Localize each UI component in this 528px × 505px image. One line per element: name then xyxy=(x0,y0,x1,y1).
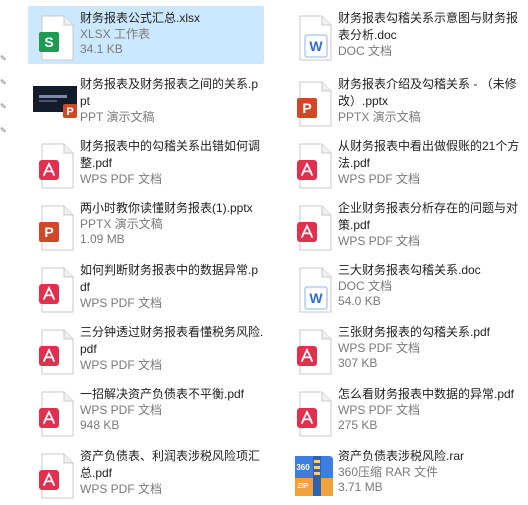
file-type: WPS PDF 文档 xyxy=(80,296,163,310)
pdf-icon xyxy=(291,204,337,252)
file-item[interactable]: 财务报表中的勾稽关系出错如何调整.pdf WPS PDF 文档 xyxy=(28,134,264,192)
file-item[interactable]: 三张财务报表的勾稽关系.pdf WPS PDF 文档 307 KB xyxy=(286,320,522,378)
svg-text:P: P xyxy=(44,224,53,240)
file-name: 三大财务报表勾稽关系.doc xyxy=(338,263,481,277)
file-type: WPS PDF 文档 xyxy=(338,172,421,186)
file-details: 从财务报表中看出做假账的21个方法.pdf WPS PDF 文档 xyxy=(338,138,522,187)
file-item[interactable]: P 两小时教你读懂财务报表(1).pptx PPTX 演示文稿 1.09 MB xyxy=(28,196,264,254)
file-name: 三分钟透过财务报表看懂税务风险.pdf xyxy=(80,325,264,356)
file-item[interactable]: 360 ZIP 资产负债表涉税风险.rar 360压缩 RAR 文件 3.71 MB xyxy=(286,444,522,502)
pdf-icon xyxy=(291,390,337,438)
ppt-thumbnail: P xyxy=(33,80,79,128)
doc-icon: W xyxy=(291,14,337,62)
file-name: 如何判断财务报表中的数据异常.pdf xyxy=(80,263,259,294)
file-size: 275 KB xyxy=(338,418,378,432)
file-details: 财务报表中的勾稽关系出错如何调整.pdf WPS PDF 文档 xyxy=(80,138,264,187)
file-details: 财务报表介绍及勾稽关系 - （未修改）.pptx PPTX 演示文稿 xyxy=(338,76,522,125)
svg-text:W: W xyxy=(309,38,323,54)
file-name: 怎么看财务报表中数据的异常.pdf xyxy=(338,387,515,401)
file-details: 三大财务报表勾稽关系.doc DOC 文档 54.0 KB xyxy=(338,262,522,309)
pdf-icon xyxy=(33,390,79,438)
file-name: 财务报表勾稽关系示意图与财务报表分析.doc xyxy=(338,11,519,42)
file-item[interactable]: W 三大财务报表勾稽关系.doc DOC 文档 54.0 KB xyxy=(286,258,522,316)
file-details: 财务报表公式汇总.xlsx XLSX 工作表 34.1 KB xyxy=(80,10,264,57)
xlsx-icon: S xyxy=(33,14,79,62)
svg-text:P: P xyxy=(302,100,311,116)
file-name: 企业财务报表分析存在的问题与对策.pdf xyxy=(338,201,519,232)
file-type: WPS PDF 文档 xyxy=(338,403,421,417)
file-type: DOC 文档 xyxy=(338,279,393,293)
svg-text:ZIP: ZIP xyxy=(298,483,309,490)
file-item[interactable]: S 财务报表公式汇总.xlsx XLSX 工作表 34.1 KB xyxy=(28,6,264,64)
file-details: 财务报表及财务报表之间的关系.ppt PPT 演示文稿 xyxy=(80,76,264,125)
pdf-icon xyxy=(33,266,79,314)
file-type: WPS PDF 文档 xyxy=(338,234,421,248)
file-details: 财务报表勾稽关系示意图与财务报表分析.doc DOC 文档 xyxy=(338,10,522,59)
file-type: WPS PDF 文档 xyxy=(80,403,163,417)
file-name: 一招解决资产负债表不平衡.pdf xyxy=(80,387,245,401)
file-type: XLSX 工作表 xyxy=(80,27,151,41)
file-name: 资产负债表、利润表涉税风险项汇总.pdf xyxy=(80,449,261,480)
file-type: PPT 演示文稿 xyxy=(80,110,155,124)
file-details: 怎么看财务报表中数据的异常.pdf WPS PDF 文档 275 KB xyxy=(338,386,522,433)
file-details: 企业财务报表分析存在的问题与对策.pdf WPS PDF 文档 xyxy=(338,200,522,249)
file-details: 三张财务报表的勾稽关系.pdf WPS PDF 文档 307 KB xyxy=(338,324,522,371)
file-size: 948 KB xyxy=(80,418,120,432)
pin-icon: ✎ xyxy=(0,54,7,63)
file-details: 资产负债表涉税风险.rar 360压缩 RAR 文件 3.71 MB xyxy=(338,448,522,495)
file-item[interactable]: 一招解决资产负债表不平衡.pdf WPS PDF 文档 948 KB xyxy=(28,382,264,440)
file-item[interactable]: 资产负债表、利润表涉税风险项汇总.pdf WPS PDF 文档 xyxy=(28,444,264,502)
file-name: 财务报表公式汇总.xlsx xyxy=(80,11,201,25)
file-details: 三分钟透过财务报表看懂税务风险.pdf WPS PDF 文档 xyxy=(80,324,264,373)
pdf-icon xyxy=(291,142,337,190)
file-type: WPS PDF 文档 xyxy=(80,358,163,372)
file-item[interactable]: 怎么看财务报表中数据的异常.pdf WPS PDF 文档 275 KB xyxy=(286,382,522,440)
file-name: 财务报表中的勾稽关系出错如何调整.pdf xyxy=(80,139,261,170)
file-item[interactable]: 从财务报表中看出做假账的21个方法.pdf WPS PDF 文档 xyxy=(286,134,522,192)
file-type: DOC 文档 xyxy=(338,44,393,58)
pdf-icon xyxy=(291,328,337,376)
file-item[interactable]: 三分钟透过财务报表看懂税务风险.pdf WPS PDF 文档 xyxy=(28,320,264,378)
file-details: 如何判断财务报表中的数据异常.pdf WPS PDF 文档 xyxy=(80,262,264,311)
pdf-icon xyxy=(33,452,79,500)
file-item[interactable]: 企业财务报表分析存在的问题与对策.pdf WPS PDF 文档 xyxy=(286,196,522,254)
file-size: 34.1 KB xyxy=(80,42,123,56)
file-item[interactable]: W 财务报表勾稽关系示意图与财务报表分析.doc DOC 文档 xyxy=(286,6,522,64)
file-name: 两小时教你读懂财务报表(1).pptx xyxy=(80,201,253,215)
pin-icon: ✎ xyxy=(0,102,7,111)
svg-text:S: S xyxy=(44,34,53,50)
svg-text:P: P xyxy=(66,106,73,118)
file-name: 资产负债表涉税风险.rar xyxy=(338,449,465,463)
file-name: 三张财务报表的勾稽关系.pdf xyxy=(338,325,491,339)
file-type: 360压缩 RAR 文件 xyxy=(338,465,439,479)
pin-icon: ✎ xyxy=(0,78,7,87)
rar-360-icon: 360 ZIP xyxy=(291,452,337,500)
file-size: 54.0 KB xyxy=(338,294,381,308)
file-details: 一招解决资产负债表不平衡.pdf WPS PDF 文档 948 KB xyxy=(80,386,264,433)
pdf-icon xyxy=(33,328,79,376)
file-type: PPTX 演示文稿 xyxy=(338,110,421,124)
pdf-icon xyxy=(33,142,79,190)
pptx-icon: P xyxy=(291,80,337,128)
svg-text:360: 360 xyxy=(296,463,310,472)
file-type: WPS PDF 文档 xyxy=(338,341,421,355)
file-type: WPS PDF 文档 xyxy=(80,482,163,496)
file-item[interactable]: P 财务报表介绍及勾稽关系 - （未修改）.pptx PPTX 演示文稿 xyxy=(286,72,522,130)
file-type: WPS PDF 文档 xyxy=(80,172,163,186)
file-item[interactable]: P 财务报表及财务报表之间的关系.ppt PPT 演示文稿 xyxy=(28,72,264,130)
file-details: 两小时教你读懂财务报表(1).pptx PPTX 演示文稿 1.09 MB xyxy=(80,200,264,247)
file-item[interactable]: 如何判断财务报表中的数据异常.pdf WPS PDF 文档 xyxy=(28,258,264,316)
svg-text:W: W xyxy=(309,290,323,306)
pin-icon: ✎ xyxy=(0,126,7,135)
file-type: PPTX 演示文稿 xyxy=(80,217,163,231)
doc-icon: W xyxy=(291,266,337,314)
file-name: 从财务报表中看出做假账的21个方法.pdf xyxy=(338,139,520,170)
file-name: 财务报表及财务报表之间的关系.ppt xyxy=(80,77,259,108)
file-size: 3.71 MB xyxy=(338,480,383,494)
pptx-icon: P xyxy=(33,204,79,252)
file-size: 307 KB xyxy=(338,356,378,370)
file-size: 1.09 MB xyxy=(80,232,125,246)
file-details: 资产负债表、利润表涉税风险项汇总.pdf WPS PDF 文档 xyxy=(80,448,264,497)
file-name: 财务报表介绍及勾稽关系 - （未修改）.pptx xyxy=(338,77,517,108)
